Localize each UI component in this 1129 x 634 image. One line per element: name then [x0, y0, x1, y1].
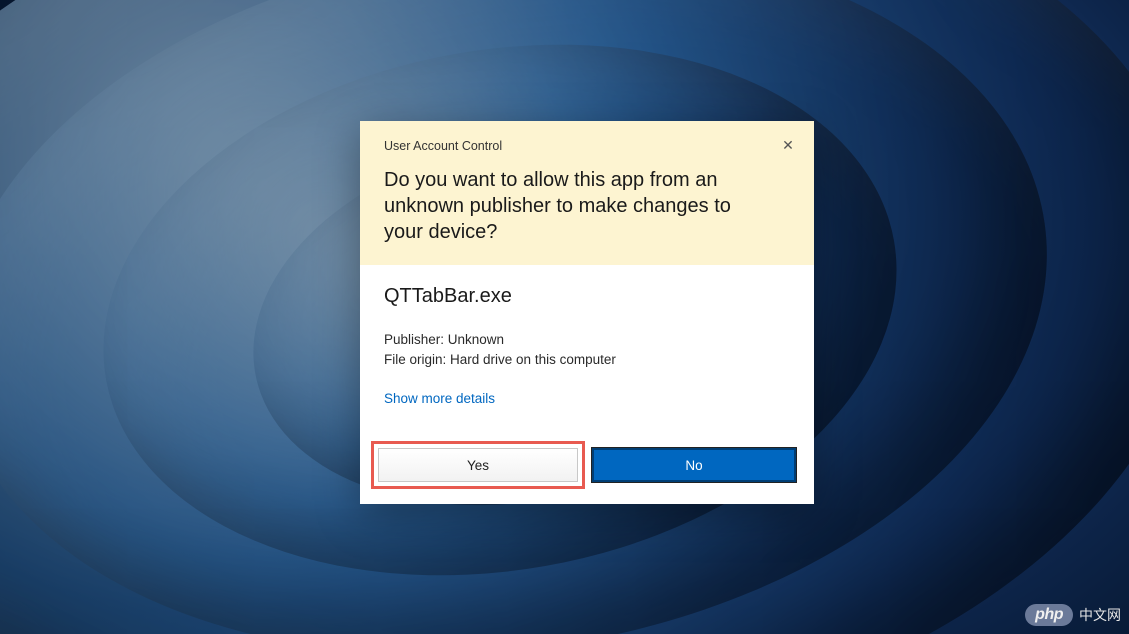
publisher-line: Publisher: Unknown — [384, 330, 790, 350]
watermark-text: 中文网 — [1079, 605, 1121, 625]
yes-button[interactable]: Yes — [378, 448, 578, 482]
yes-button-highlight: Yes — [371, 441, 585, 489]
dialog-footer: Yes No — [360, 434, 814, 504]
close-icon: ✕ — [782, 137, 794, 154]
file-origin-line: File origin: Hard drive on this computer — [384, 350, 790, 370]
watermark: php 中文网 — [1025, 604, 1121, 626]
dialog-question: Do you want to allow this app from an un… — [384, 167, 790, 245]
close-button[interactable]: ✕ — [776, 133, 800, 157]
uac-dialog: ✕ User Account Control Do you want to al… — [360, 121, 814, 504]
show-more-details-link[interactable]: Show more details — [384, 391, 495, 406]
no-button[interactable]: No — [592, 448, 796, 482]
watermark-pill: php — [1025, 604, 1073, 626]
app-name: QTTabBar.exe — [384, 285, 790, 308]
dialog-body: QTTabBar.exe Publisher: Unknown File ori… — [360, 265, 814, 434]
dialog-title: User Account Control — [384, 139, 790, 153]
dialog-header: ✕ User Account Control Do you want to al… — [360, 121, 814, 265]
